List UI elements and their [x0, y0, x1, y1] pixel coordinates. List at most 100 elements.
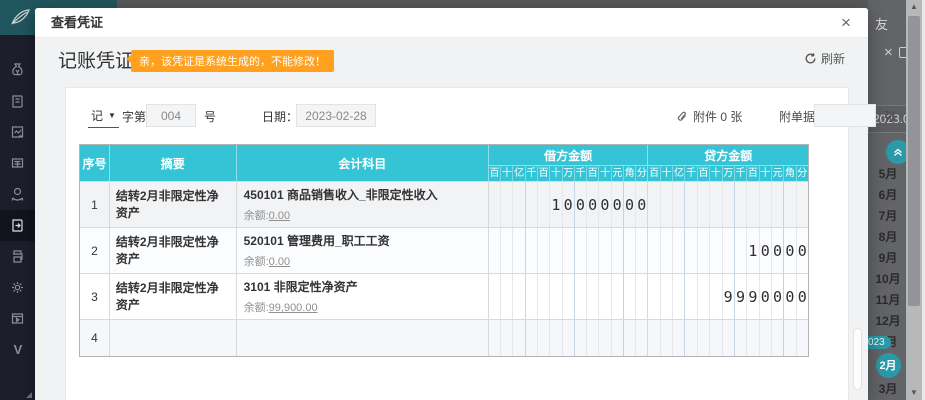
- badge-text: 亲，该凭证是系统生成的，不能修改！: [139, 56, 326, 68]
- sidebar-item-ledger[interactable]: [0, 86, 35, 117]
- credit-digit-labels: 百十亿千百十万千百十元角分: [648, 165, 808, 181]
- month-item[interactable]: 11月: [875, 290, 901, 310]
- digit-cell: [760, 182, 772, 227]
- month-item[interactable]: 5月: [875, 163, 901, 183]
- digit-cell: 0: [624, 182, 636, 227]
- digit-label: 十: [661, 166, 673, 181]
- digit-cell: [661, 182, 673, 227]
- scrollbar-thumb[interactable]: [908, 16, 920, 306]
- month-item[interactable]: 10月: [875, 268, 901, 288]
- receipt-count-input[interactable]: [814, 104, 876, 127]
- month-item[interactable]: 6月: [875, 184, 901, 204]
- digit-cell: [698, 182, 710, 227]
- month-item[interactable]: 9月: [875, 247, 901, 267]
- dialog-header: 查看凭证 ×: [35, 8, 868, 38]
- sidebar-item-money-bag[interactable]: [0, 55, 35, 86]
- month-item[interactable]: 7月: [875, 205, 901, 225]
- month-item[interactable]: 12月: [875, 311, 901, 331]
- refresh-button[interactable]: 刷新: [804, 50, 845, 67]
- row-seq: 2: [80, 228, 110, 273]
- digit-cell: [685, 320, 697, 356]
- digit-cell: [624, 228, 636, 273]
- digit-cell: [636, 320, 647, 356]
- month-item[interactable]: 8月: [875, 226, 901, 246]
- digit-cell: [599, 228, 611, 273]
- carryover-icon: [9, 217, 26, 234]
- digit-cell: [784, 182, 796, 227]
- sidebar-item-fund[interactable]: [0, 179, 35, 210]
- sidebar-item-invoice[interactable]: [0, 148, 35, 179]
- voucher-number-input[interactable]: [146, 104, 196, 127]
- digit-label: 百: [747, 166, 759, 181]
- digit-cell: [772, 182, 784, 227]
- sidebar-item-print[interactable]: [0, 241, 35, 272]
- sidebar: V: [0, 35, 35, 400]
- digit-label: 分: [797, 166, 808, 181]
- sidebar-item-v[interactable]: V: [0, 334, 35, 365]
- digit-cell: [538, 274, 550, 319]
- ledger-icon: [9, 93, 26, 110]
- digit-cell: [661, 228, 673, 273]
- digit-cell: [648, 228, 660, 273]
- digit-label: 角: [784, 166, 796, 181]
- sidebar-item-settings[interactable]: [0, 272, 35, 303]
- close-icon[interactable]: ×: [834, 8, 858, 38]
- month-item[interactable]: 2月: [876, 353, 901, 378]
- video-icon: [9, 310, 26, 327]
- digit-cell: [760, 320, 772, 356]
- digit-cell: [526, 228, 538, 273]
- attachment-group[interactable]: 附件 0 张: [676, 104, 742, 128]
- screen: V 友 × 2023.0 5月6月7月8月9月10月11月12月1月2月3月 0…: [0, 0, 925, 400]
- digit-cell: [489, 274, 501, 319]
- row-account: 3101 非限定性净资产 余额:99,900.00: [237, 274, 489, 319]
- row-account: [237, 320, 489, 356]
- voucher-table: 序号 摘要 会计科目 借方金额 百十亿千百十万千百十元角分 贷方金额 百十亿千百…: [79, 144, 809, 357]
- money-bag-icon: [9, 62, 26, 79]
- table-row: 1 结转2月非限定性净资产 450101 商品销售收入_非限定性收入 余额:0.…: [80, 181, 808, 227]
- row-account: 520101 管理费用_职工工资 余额:0.00: [237, 228, 489, 273]
- row-seq: 4: [80, 320, 110, 356]
- digit-cell: [612, 274, 624, 319]
- digit-cell: [575, 320, 587, 356]
- digit-cell: [538, 182, 550, 227]
- sidebar-collapse-icon[interactable]: [26, 392, 32, 398]
- window-scrollbar[interactable]: ▲ ▼: [906, 0, 922, 400]
- sidebar-item-report[interactable]: [0, 117, 35, 148]
- sidebar-item-video[interactable]: [0, 303, 35, 334]
- scrollbar-up-icon[interactable]: ▲: [906, 0, 922, 14]
- row-seq: 3: [80, 274, 110, 319]
- month-item[interactable]: 3月: [875, 379, 901, 399]
- digit-cell: 0: [587, 182, 599, 227]
- digit-cell: [648, 320, 660, 356]
- digit-cell: [612, 320, 624, 356]
- modal-scrollbar-thumb[interactable]: [853, 328, 862, 390]
- report-icon: [9, 124, 26, 141]
- digit-cell: [636, 274, 647, 319]
- scrollbar-down-icon[interactable]: ▼: [906, 386, 922, 400]
- row-debit-amount: 10000000: [489, 182, 649, 227]
- digit-cell: [735, 228, 747, 273]
- table-row: 4: [80, 319, 808, 356]
- digit-cell: [685, 274, 697, 319]
- digit-label: 分: [636, 166, 647, 181]
- background-close-icon[interactable]: ×: [884, 44, 893, 61]
- digit-cell: [550, 228, 562, 273]
- row-credit-amount: 10000: [648, 228, 808, 273]
- digit-label: 元: [612, 166, 624, 181]
- digit-cell: [772, 320, 784, 356]
- digit-cell: [550, 274, 562, 319]
- voucher-word-dropdown[interactable]: 记 ▼: [88, 104, 119, 128]
- digit-label: 百: [587, 166, 599, 181]
- digit-label: 千: [575, 166, 587, 181]
- digit-cell: [489, 320, 501, 356]
- digit-cell: [513, 182, 525, 227]
- sidebar-item-carryover[interactable]: [0, 210, 35, 241]
- digit-label: 十: [599, 166, 611, 181]
- number-suffix-label: 号: [204, 104, 216, 128]
- digit-label: 千: [526, 166, 538, 181]
- number-prefix-label: 字第: [122, 104, 146, 128]
- date-input[interactable]: [296, 104, 376, 127]
- digit-cell: [723, 320, 735, 356]
- digit-cell: [538, 228, 550, 273]
- voucher-title: 记账凭证: [58, 46, 134, 73]
